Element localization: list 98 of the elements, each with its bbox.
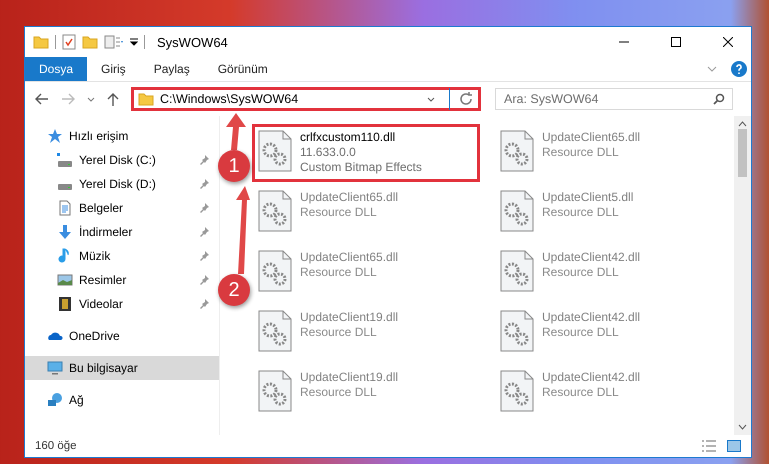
dll-file-icon (258, 250, 292, 292)
download-arrow-icon (57, 224, 73, 240)
file-description: Resource DLL (300, 325, 378, 340)
search-field[interactable]: Ara: SysWOW64 (495, 88, 733, 110)
file-item[interactable]: UpdateClient65.dll Resource DLL (252, 244, 480, 302)
maximize-icon (671, 37, 681, 47)
folder-icon[interactable] (33, 35, 49, 49)
folder-icon[interactable] (82, 35, 98, 49)
nav-item[interactable]: Yerel Disk (C:) (25, 148, 219, 172)
file-description: Custom Bitmap Effects (300, 160, 422, 175)
file-description: Resource DLL (300, 205, 378, 220)
file-name: UpdateClient42.dll (542, 250, 640, 265)
ribbon-tab[interactable]: Görünüm (204, 57, 282, 81)
file-description: Resource DLL (300, 385, 378, 400)
drive-icon (57, 153, 73, 167)
file-name: UpdateClient65.dll (300, 250, 398, 265)
dll-file-icon (500, 190, 534, 232)
nav-item[interactable]: Yerel Disk (D:) (25, 172, 219, 196)
file-description: Resource DLL (300, 265, 378, 280)
picture-icon (57, 272, 73, 288)
file-item[interactable]: UpdateClient42.dll Resource DLL (494, 244, 722, 302)
dll-file-icon (258, 370, 292, 412)
dll-file-icon (258, 130, 292, 172)
file-name: UpdateClient5.dll (542, 190, 634, 205)
nav-item[interactable]: Belgeler (25, 196, 219, 220)
search-icon[interactable] (713, 93, 725, 105)
file-item[interactable]: UpdateClient19.dll Resource DLL (252, 364, 480, 422)
item-count: 160 öğe (35, 440, 78, 452)
file-description: Resource DLL (542, 265, 620, 280)
network-icon (47, 392, 63, 408)
dll-file-icon (500, 370, 534, 412)
help-icon[interactable] (731, 61, 747, 77)
dropdown-icon[interactable] (130, 38, 138, 46)
file-item[interactable]: crlfxcustom110.dll 11.633.0.0 Custom Bitmap Effects (252, 124, 480, 182)
file-name: UpdateClient19.dll (300, 310, 398, 325)
file-description: Resource DLL (542, 205, 620, 220)
chevron-down-icon[interactable] (427, 96, 435, 102)
file-item[interactable]: UpdateClient5.dll Resource DLL (494, 184, 722, 242)
file-name: UpdateClient65.dll (300, 190, 398, 205)
chevron-down-icon (87, 96, 95, 102)
pin-icon[interactable] (199, 251, 209, 261)
back-arrow-icon (35, 93, 49, 105)
folder-icon (138, 92, 154, 106)
file-version: 11.633.0.0 (300, 145, 357, 160)
nav-item[interactable]: Videolar (25, 292, 219, 316)
document-icon (57, 200, 73, 216)
details-view-icon[interactable] (701, 440, 717, 452)
film-icon (57, 296, 73, 312)
nav-item[interactable]: Müzik (25, 244, 219, 268)
dll-file-icon (500, 250, 534, 292)
file-description: Resource DLL (542, 145, 620, 160)
pin-icon[interactable] (199, 299, 209, 309)
dll-file-icon (258, 310, 292, 352)
ribbon-tab[interactable]: Dosya (25, 57, 88, 81)
file-name: UpdateClient65.dll (542, 130, 640, 145)
dll-file-icon (500, 130, 534, 172)
address-bar[interactable]: C:\Windows\SysWOW64 (131, 87, 481, 111)
nav-item[interactable]: Resimler (25, 268, 219, 292)
annotation-arrow (226, 113, 246, 150)
file-item[interactable]: UpdateClient42.dll Resource DLL (494, 364, 722, 422)
checklist-icon[interactable] (62, 34, 76, 50)
up-arrow-icon (107, 92, 119, 106)
file-name: UpdateClient42.dll (542, 310, 640, 325)
file-item[interactable]: UpdateClient42.dll Resource DLL (494, 304, 722, 362)
window-title: SysWOW64 (157, 34, 229, 50)
scrollbar[interactable] (734, 116, 751, 435)
large-icons-view-icon[interactable] (727, 440, 741, 452)
pin-icon[interactable] (199, 203, 209, 213)
pin-icon[interactable] (199, 155, 209, 165)
nav-item[interactable]: Hızlı erişim (25, 124, 219, 148)
nav-item[interactable]: Bu bilgisayar (25, 356, 219, 380)
nav-item[interactable]: OneDrive (25, 324, 219, 348)
ribbon-tab[interactable]: Paylaş (140, 57, 204, 81)
nav-item[interactable]: İndirmeler (25, 220, 219, 244)
pin-icon[interactable] (199, 179, 209, 189)
dll-file-icon (500, 310, 534, 352)
drive-icon (57, 183, 73, 190)
dll-file-icon (258, 190, 292, 232)
scrollbar-thumb[interactable] (738, 129, 747, 177)
nav-item[interactable]: Ağ (25, 388, 219, 412)
file-name: UpdateClient42.dll (542, 370, 640, 385)
file-name: crlfxcustom110.dll (300, 130, 396, 145)
scroll-up-icon[interactable] (738, 121, 747, 127)
ribbon-tab[interactable]: Giriş (87, 57, 140, 81)
properties-icon[interactable] (104, 35, 124, 49)
file-description: Resource DLL (542, 325, 620, 340)
pin-icon[interactable] (199, 275, 209, 285)
monitor-icon (47, 360, 63, 376)
file-description: Resource DLL (542, 385, 620, 400)
forward-arrow-icon (61, 93, 75, 105)
star-icon (47, 128, 63, 144)
file-item[interactable]: UpdateClient65.dll Resource DLL (494, 124, 722, 182)
pin-icon[interactable] (199, 227, 209, 237)
file-item[interactable]: UpdateClient19.dll Resource DLL (252, 304, 480, 362)
close-icon (723, 37, 733, 47)
scroll-down-icon[interactable] (738, 424, 747, 430)
file-name: UpdateClient19.dll (300, 370, 398, 385)
file-item[interactable]: UpdateClient65.dll Resource DLL (252, 184, 480, 242)
